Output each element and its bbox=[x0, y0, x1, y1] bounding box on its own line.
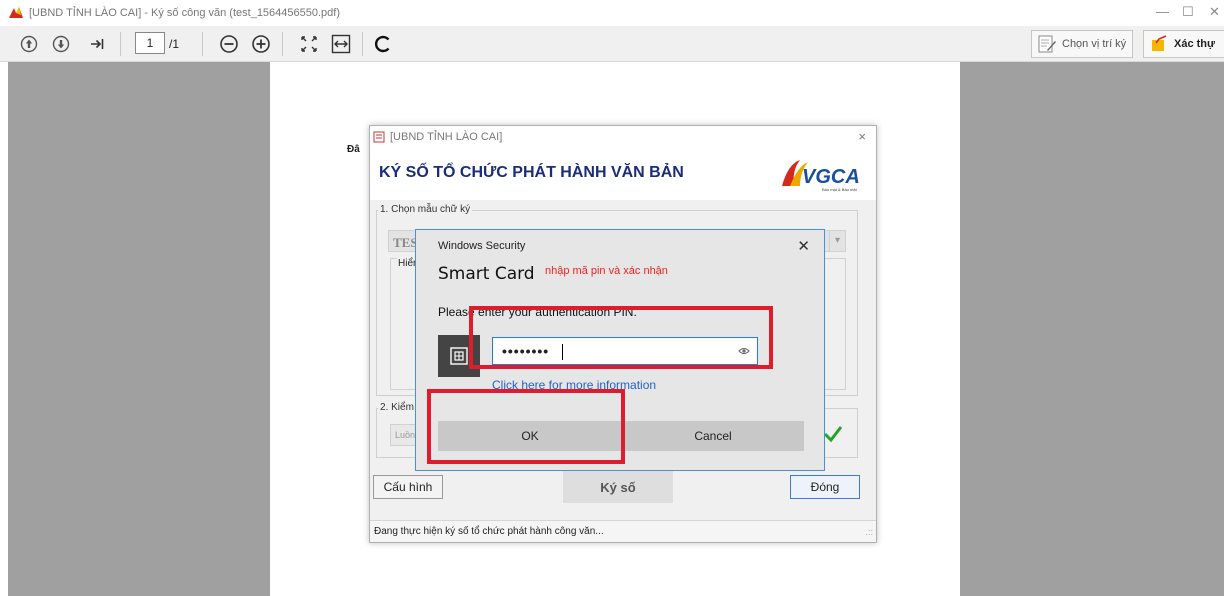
sign-dialog-titlebar: [UBND TỈNH LÀO CAI] × bbox=[370, 126, 876, 148]
page-number-input[interactable]: 1 bbox=[135, 32, 165, 54]
toolbar-separator bbox=[282, 32, 283, 56]
fit-width-button[interactable] bbox=[330, 33, 352, 55]
fit-page-icon bbox=[301, 36, 317, 52]
verify-label: Xác thự bbox=[1174, 38, 1215, 50]
checkmark-icon bbox=[823, 426, 843, 443]
close-button[interactable]: Đóng bbox=[790, 475, 860, 499]
ok-highlight-box bbox=[427, 389, 625, 464]
toolbar-separator bbox=[202, 32, 203, 56]
sign-dialog-close-button[interactable]: × bbox=[858, 129, 866, 144]
refresh-icon bbox=[374, 35, 390, 53]
window-titlebar: [UBND TỈNH LÀO CAI] - Ký số công văn (te… bbox=[0, 0, 1224, 26]
pin-highlight-box bbox=[469, 306, 773, 369]
smart-card-heading: Smart Card bbox=[438, 264, 535, 284]
cancel-button[interactable]: Cancel bbox=[622, 421, 804, 451]
vgca-logo-tagline: Bảo mật & Bảo mật bbox=[822, 187, 858, 192]
sign-dialog-heading: KÝ SỐ TỔ CHỨC PHÁT HÀNH VĂN BẢN bbox=[379, 164, 684, 181]
zoom-out-icon bbox=[220, 35, 238, 53]
maximize-button[interactable]: ☐ bbox=[1182, 4, 1194, 20]
sign-dialog-header: KÝ SỐ TỔ CHỨC PHÁT HÀNH VĂN BẢN VGCA Bảo… bbox=[370, 148, 876, 200]
verify-button[interactable]: Xác thự bbox=[1143, 30, 1224, 58]
status-text: Đang thực hiện ký số tổ chức phát hành c… bbox=[374, 526, 604, 537]
arrow-down-circle-icon bbox=[52, 35, 70, 53]
verify-group-label: 2. Kiểm bbox=[378, 402, 416, 413]
zoom-in-icon bbox=[252, 35, 270, 53]
zoom-in-button[interactable] bbox=[250, 33, 272, 55]
vgca-logo: VGCA Bảo mật & Bảo mật bbox=[782, 160, 860, 192]
vgca-logo-text: VGCA bbox=[802, 166, 860, 188]
pdf-file-icon bbox=[373, 131, 385, 143]
security-dialog-title: Windows Security bbox=[438, 240, 526, 252]
arrow-up-circle-icon bbox=[20, 35, 38, 53]
close-window-button[interactable]: ✕ bbox=[1209, 4, 1220, 20]
toolbar-separator bbox=[120, 32, 121, 56]
document-text-snippet: Đâ bbox=[347, 144, 360, 155]
arrow-to-end-icon bbox=[91, 39, 104, 49]
resize-grip[interactable]: .:: bbox=[865, 527, 873, 537]
window-title: [UBND TỈNH LÀO CAI] - Ký số công văn (te… bbox=[29, 7, 341, 19]
last-page-button[interactable] bbox=[86, 33, 108, 55]
fit-width-icon bbox=[331, 34, 351, 54]
verify-badge-icon bbox=[1152, 35, 1167, 51]
verify-field-value: Luồn bbox=[395, 430, 416, 440]
chevron-down-icon: ▾ bbox=[829, 231, 845, 251]
previous-page-button[interactable] bbox=[18, 33, 40, 55]
toolbar-separator bbox=[362, 32, 363, 56]
choose-position-button[interactable]: Chọn vị trí ký bbox=[1031, 30, 1134, 58]
edit-document-icon bbox=[1038, 35, 1056, 53]
page-total: /1 bbox=[169, 37, 180, 51]
fit-page-button[interactable] bbox=[298, 33, 320, 55]
minimize-button[interactable]: — bbox=[1156, 4, 1169, 19]
toolbar: 1 /1 Chọn vị trí ký Xác thự bbox=[0, 26, 1224, 62]
template-group-label: 1. Chọn mẫu chữ ký bbox=[378, 204, 473, 215]
status-bar: Đang thực hiện ký số tổ chức phát hành c… bbox=[370, 520, 876, 542]
next-page-button[interactable] bbox=[50, 33, 72, 55]
refresh-button[interactable] bbox=[372, 33, 394, 55]
config-button[interactable]: Cấu hình bbox=[373, 475, 443, 499]
zoom-out-button[interactable] bbox=[218, 33, 240, 55]
app-logo-icon bbox=[9, 7, 23, 18]
template-select-value: TES bbox=[393, 235, 418, 250]
instruction-annotation: nhập mã pin và xác nhận bbox=[545, 265, 668, 277]
sign-button[interactable]: Ký số bbox=[563, 471, 673, 503]
choose-position-label: Chọn vị trí ký bbox=[1062, 38, 1127, 50]
security-dialog-close-button[interactable]: ✕ bbox=[797, 237, 810, 255]
sign-dialog-title: [UBND TỈNH LÀO CAI] bbox=[390, 131, 503, 143]
